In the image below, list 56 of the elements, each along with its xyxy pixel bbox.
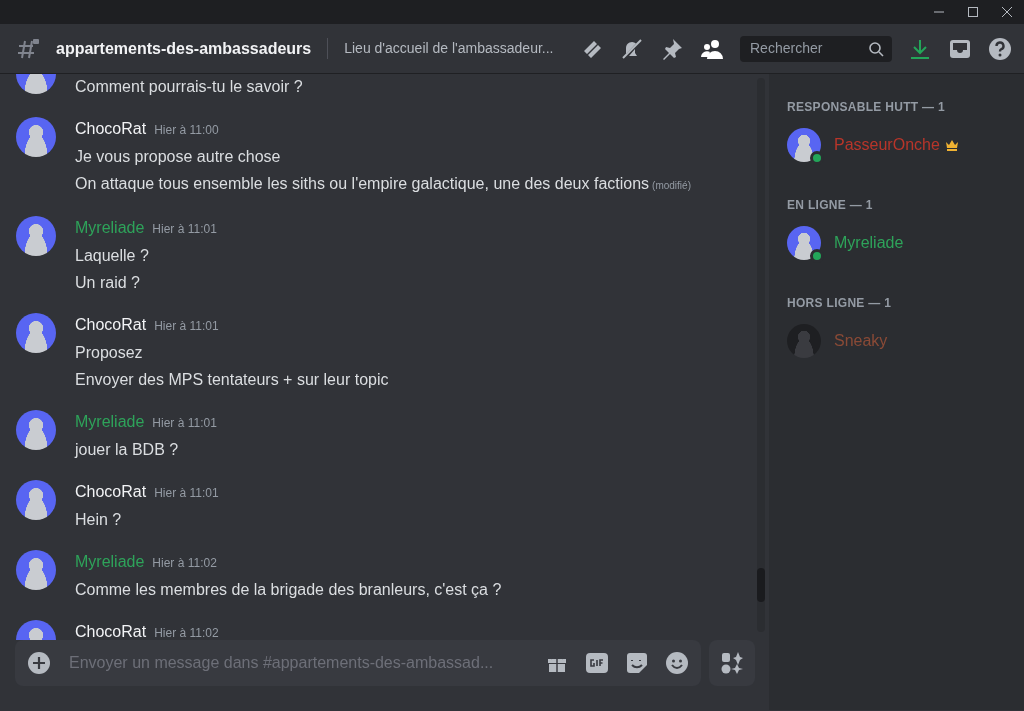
username[interactable]: Myreliade [75,216,145,240]
sticker-icon[interactable] [625,651,649,675]
message-text: Laquelle ? [75,246,150,266]
add-icon[interactable] [27,651,51,675]
member-name[interactable]: Myreliade [834,231,904,255]
search-icon [868,40,884,57]
member-group-title: HORS LIGNE — 1 [787,295,893,312]
apps-button[interactable] [709,640,755,686]
timestamp: Hier à 11:01 [152,221,217,238]
avatar [16,216,56,256]
avatar [16,550,56,590]
timestamp: Hier à 11:01 [154,485,219,502]
channel-hash-icon [16,36,40,61]
username[interactable]: Myreliade [75,550,145,574]
search-bar[interactable]: Rechercher [740,35,892,62]
emoji-icon[interactable] [665,651,689,675]
avatar [16,117,56,157]
help-icon[interactable] [988,36,1012,61]
message-bar[interactable]: Envoyer un message dans #appartements-des-ambassad... [15,640,701,686]
message-text: Un raid ? [75,273,141,293]
timestamp: Hier à 11:02 [152,555,217,572]
message-input[interactable]: Envoyer un message dans #appartements-des-ambassad... [67,650,529,676]
message-text: Je vous propose autre chose [75,147,282,167]
avatar [787,128,821,162]
avatar [787,226,821,260]
avatar [787,324,821,358]
avatar [16,313,56,353]
username[interactable]: ChocoRat [75,480,147,504]
member-group-title: RESPONSABLE HUTT — 1 [787,99,946,116]
message-text: On attaque tous ensemble les siths ou l'empire galactique, une des deux factions [75,175,650,192]
username[interactable]: ChocoRat [75,117,147,141]
message-text: Hein ? [75,510,123,530]
timestamp: Hier à 11:01 [154,318,219,335]
username[interactable]: ChocoRat [75,620,147,640]
message-text: jouer la BDB ? [75,440,180,460]
search-input[interactable]: Rechercher [748,37,858,60]
gif-icon[interactable] [585,651,609,675]
channel-topic[interactable]: Lieu d'accueil de l'ambassadeur... [327,38,554,59]
scrollbar[interactable] [757,78,765,632]
message-text: Comment pourrais-tu le savoir ? [75,77,303,97]
avatar [16,480,56,520]
username[interactable]: Myreliade [75,410,145,434]
timestamp: Hier à 11:02 [154,625,219,640]
channel-name: appartements-des-ambassadeurs [56,38,312,59]
edited-label: (modifié) [652,180,691,191]
username[interactable]: ChocoRat [75,313,147,337]
message-text: Comme les membres de la brigade des branleurs, c'est ça ? [75,580,502,600]
muted-bell-icon[interactable] [620,36,644,61]
avatar [16,410,56,450]
apps-icon [720,651,744,675]
timestamp: Hier à 11:01 [152,415,217,432]
member-group-title: EN LIGNE — 1 [787,197,874,214]
message-text: Envoyer des MPS tentateurs + sur leur topic [75,370,389,390]
timestamp: Hier à 11:00 [154,122,219,139]
member-name[interactable]: PasseurOnche [834,133,940,157]
message-text: Proposez [75,343,144,363]
